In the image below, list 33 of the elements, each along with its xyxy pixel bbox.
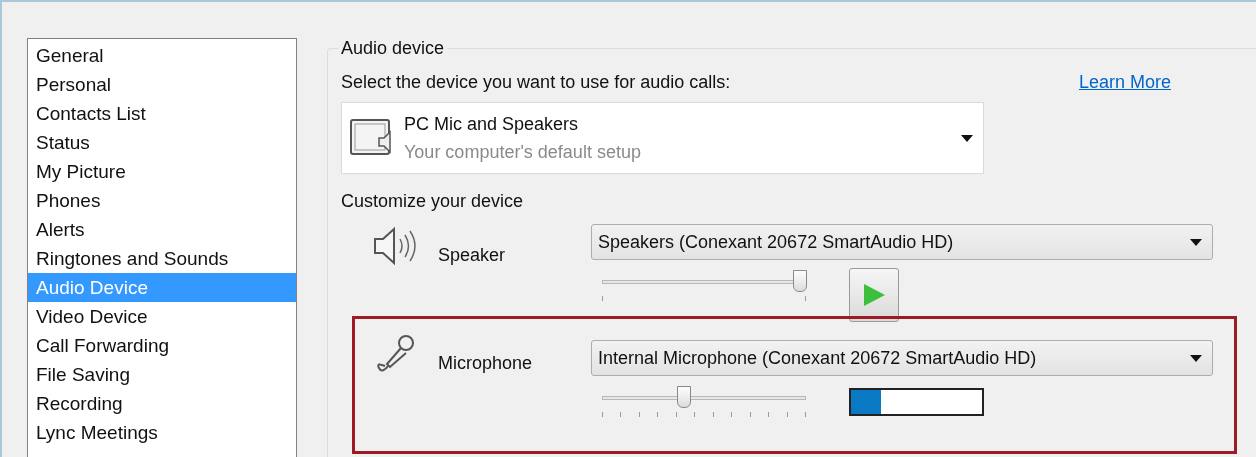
device-dropdown[interactable]: Speakers (Conexant 20672 SmartAudio HD) [591,224,1213,260]
settings-list-item[interactable]: Status [28,128,296,157]
settings-list-item[interactable]: Video Device [28,302,296,331]
settings-list-item[interactable]: Recording [28,389,296,418]
caret-icon [1190,238,1202,246]
settings-list-item[interactable]: Lync Meetings [28,418,296,447]
section-title: Customize your device [341,190,525,213]
settings-list-item[interactable]: Contacts List [28,99,296,128]
settings-list-item[interactable]: My Picture [28,157,296,186]
speaker-icon [372,226,418,266]
microphone-label: Microphone [438,352,534,375]
device-description: Your computer's default setup [404,141,642,164]
settings-list-item[interactable]: Phones [28,186,296,215]
audio-device-dropdown[interactable]: PC Mic and Speakers Your computer's default setup [341,102,984,174]
caret-icon [1190,354,1202,362]
device-dropdown[interactable]: Internal Microphone (Conexant 20672 SmartAudio HD) [591,340,1213,376]
speaker-label: Speaker [438,244,507,267]
play-button[interactable] [849,268,899,322]
settings-list-item[interactable]: Personal [28,70,296,99]
settings-list-item[interactable]: Alerts [28,215,296,244]
settings-list-item[interactable]: General [28,41,296,70]
settings-list-item[interactable]: File Saving [28,360,296,389]
play-icon [862,283,886,307]
slider-thumb[interactable] [792,270,807,292]
caret-icon [961,134,973,142]
volume-slider[interactable] [602,384,806,418]
device-name: PC Mic and Speakers [404,113,580,136]
volume-slider[interactable] [602,268,806,302]
prompt-text: Select the device you want to use for audio calls: [341,71,731,94]
learn-more-link[interactable]: Learn More [1078,69,1171,96]
settings-list-item[interactable]: Ringtones and Sounds [28,244,296,273]
slider-thumb[interactable] [676,386,691,408]
settings-list-item[interactable]: Call Forwarding [28,331,296,360]
